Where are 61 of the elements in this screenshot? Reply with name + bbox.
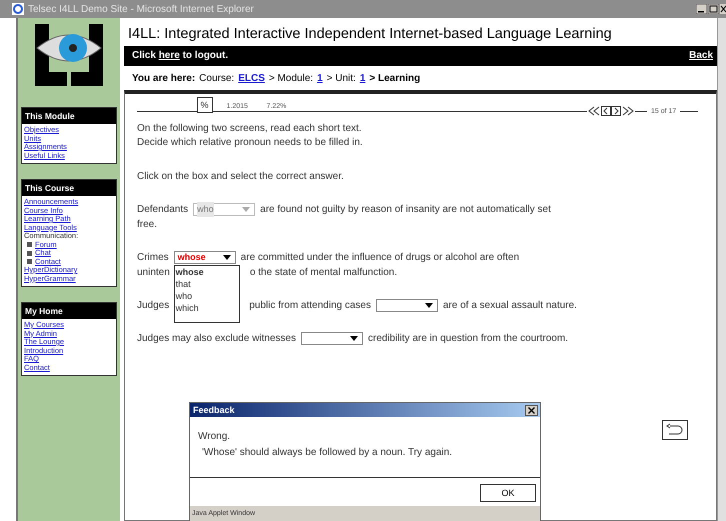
instruction-text: Click on the box and select the correct answer. — [137, 170, 345, 184]
dropdown-arrow-icon — [222, 255, 231, 260]
sentence-text: are of a sexual assault nature. — [442, 299, 577, 313]
undo-icon[interactable] — [662, 420, 688, 440]
dialog-title: Feedback — [193, 405, 235, 415]
window-title: Telsec I4LL Demo Site - Microsoft Internet Explorer — [28, 4, 255, 14]
back-link[interactable]: Back — [689, 50, 713, 61]
sentence-text: credibility are in question from the courtroom. — [368, 332, 568, 346]
sentence-text: uninten — [137, 266, 170, 280]
intro-text: Decide which relative pronoun needs to be filled in. — [137, 136, 364, 150]
last-page-icon[interactable] — [621, 106, 635, 116]
sentence-text: are committed under the influence of drugs or alcohol are often — [240, 251, 520, 265]
answer-dropdown[interactable] — [376, 299, 438, 312]
bullet-icon — [27, 259, 32, 264]
feedback-message: 'Whose' should always be followed by a noun. Try again. — [201, 446, 454, 460]
intro-text: On the following two screens, read each short text. — [137, 122, 363, 136]
feedback-message: Wrong. — [198, 430, 232, 444]
breadcrumb-label: You are here: — [132, 73, 196, 84]
ok-button[interactable]: OK — [480, 484, 536, 502]
close-icon[interactable] — [720, 4, 726, 14]
dropdown-option[interactable]: whose — [174, 266, 239, 278]
dropdown-option[interactable]: who — [174, 290, 239, 302]
percent-button[interactable]: % — [196, 96, 212, 112]
sentence-text: public from attending cases — [249, 299, 371, 313]
minimize-icon[interactable] — [696, 4, 707, 14]
breadcrumb-link[interactable]: 1 — [317, 73, 323, 84]
sentence-text: Judges may also exclude witnesses — [137, 332, 296, 346]
breadcrumb-current: > Learning — [369, 73, 420, 84]
scrollbar[interactable] — [717, 18, 726, 521]
bullet-icon — [27, 242, 32, 248]
previous-page-icon[interactable] — [601, 106, 611, 116]
sentence-text: Crimes — [137, 251, 169, 265]
sidebar-heading: This Module — [22, 108, 116, 124]
breadcrumb-text: > Module: — [268, 73, 314, 84]
sentence-text: Judges — [137, 299, 170, 313]
close-icon[interactable] — [525, 404, 538, 416]
site-title: I4LL: Integrated Interactive Independent Internet-based Language Learning — [127, 25, 613, 44]
sentence-text: free. — [137, 218, 158, 232]
answer-dropdown[interactable]: whose — [174, 251, 236, 264]
dropdown-option[interactable]: that — [174, 278, 239, 290]
breadcrumb-link[interactable]: ELCS — [238, 73, 265, 84]
breadcrumb-text: Course: — [199, 73, 234, 84]
logout-link[interactable]: here — [158, 50, 180, 61]
dropdown-option[interactable]: which — [174, 302, 239, 314]
sentence-text: o the state of mental malfunction. — [250, 266, 398, 280]
browser-icon — [12, 3, 24, 15]
dropdown-arrow-icon — [424, 303, 433, 308]
breadcrumb-text: > Unit: — [326, 73, 356, 84]
sidebar-heading: This Course — [22, 180, 116, 196]
sentence-text: Defendants — [137, 203, 188, 217]
answer-dropdown[interactable] — [300, 332, 363, 345]
bullet-icon — [27, 250, 32, 256]
maximize-icon[interactable] — [708, 4, 719, 14]
dropdown-arrow-icon — [350, 336, 358, 341]
sentence-text: are found not guilty by reason of insanity are not automatically set — [260, 203, 551, 217]
dropdown-arrow-icon — [242, 207, 250, 212]
sidebar-heading: My Home — [22, 303, 116, 319]
first-page-icon[interactable] — [587, 106, 601, 116]
breadcrumb-link[interactable]: 1 — [360, 73, 366, 84]
next-page-icon[interactable] — [611, 106, 621, 116]
logout-text: Click here to logout. — [132, 50, 228, 61]
